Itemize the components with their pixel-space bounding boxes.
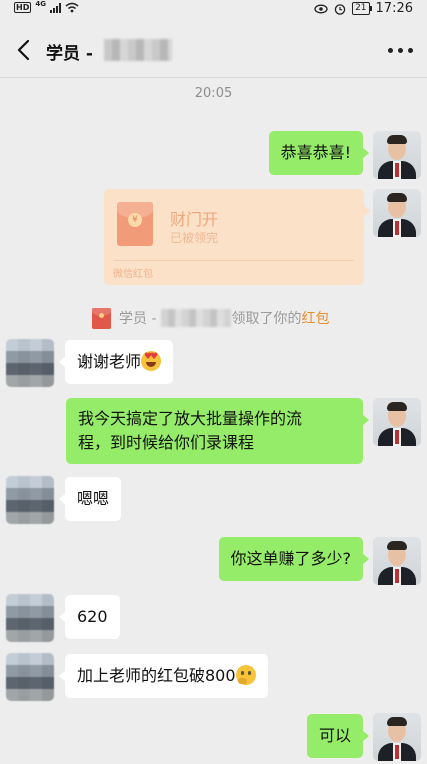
incoming-message-bubble[interactable]: 谢谢老师	[58, 340, 174, 384]
status-time: 17:26	[375, 1, 413, 16]
red-envelope-icon: ¥	[117, 202, 153, 246]
heart-eyes-icon	[141, 351, 162, 371]
signal-icon	[49, 2, 61, 13]
back-arrow-icon[interactable]	[14, 38, 34, 62]
message-text: 加上老师的红包破800	[77, 666, 236, 685]
red-packet-status: 已被领完	[170, 231, 219, 245]
divider	[114, 260, 354, 261]
notice-prefix: 学员 -	[119, 311, 157, 327]
outgoing-message-bubble[interactable]: 你这单赚了多少?	[218, 537, 369, 581]
incoming-message-bubble[interactable]: 620	[59, 595, 120, 639]
teacher-avatar[interactable]	[373, 713, 421, 761]
battery-icon: 21	[352, 2, 373, 15]
teacher-avatar[interactable]	[373, 189, 421, 237]
thinking-face-icon	[235, 665, 256, 685]
student-avatar[interactable]	[6, 594, 54, 642]
status-left: HD 4G	[14, 0, 79, 13]
teacher-avatar[interactable]	[373, 131, 421, 179]
notice-text: 领取了你的	[231, 311, 302, 327]
alarm-icon	[334, 3, 346, 15]
teacher-avatar[interactable]	[373, 398, 421, 446]
incoming-message-bubble[interactable]: 加上老师的红包破800	[59, 654, 268, 698]
red-packet-label: 微信红包	[113, 269, 153, 280]
red-packet-card[interactable]: ¥ 财门开 已被领完 微信红包	[104, 189, 370, 285]
message-line: 程，到时候给你们录课程	[78, 433, 255, 452]
wifi-icon	[65, 2, 79, 13]
more-options-icon[interactable]	[388, 48, 413, 53]
teacher-avatar[interactable]	[373, 537, 421, 585]
blurred-student-name	[160, 309, 231, 327]
outgoing-message-bubble[interactable]: 恭喜恭喜!	[268, 131, 370, 175]
network-type: 4G	[35, 0, 46, 8]
chat-header: 学员 -	[0, 18, 427, 78]
outgoing-message-bubble[interactable]: 可以	[306, 714, 370, 758]
outgoing-message-bubble[interactable]: 我今天搞定了放大批量操作的流 程，到时候给你们录课程	[66, 398, 369, 464]
hd-indicator: HD	[14, 2, 32, 13]
status-bar: HD 4G 21 17:26	[0, 0, 427, 18]
student-avatar[interactable]	[6, 339, 54, 387]
eye-comfort-icon	[314, 4, 328, 13]
incoming-message-bubble[interactable]: 嗯嗯	[58, 477, 122, 521]
blurred-contact-name	[104, 39, 172, 61]
message-text: 谢谢老师	[77, 352, 142, 371]
red-packet-link[interactable]: 红包	[302, 308, 330, 328]
status-right: 21 17:26	[314, 1, 413, 16]
student-avatar[interactable]	[6, 653, 54, 701]
red-packet-small-icon	[92, 307, 111, 329]
message-timestamp: 20:05	[194, 86, 233, 101]
message-line: 我今天搞定了放大批量操作的流	[78, 409, 303, 428]
red-packet-title: 财门开	[170, 210, 219, 229]
red-packet-received-notice: 学员 - 领取了你的 红包	[92, 307, 330, 329]
student-avatar[interactable]	[6, 476, 54, 524]
chat-title: 学员 -	[46, 44, 93, 64]
